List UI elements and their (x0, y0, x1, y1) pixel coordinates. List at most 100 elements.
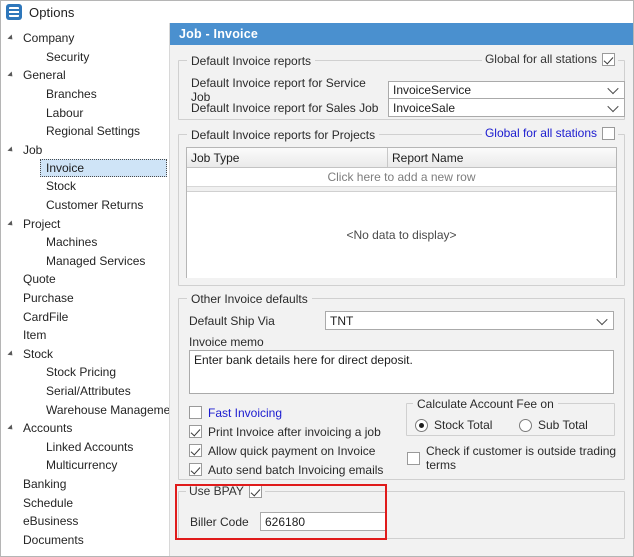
sidebar-item-label: eBusiness (23, 515, 78, 527)
invoice-memo-textarea[interactable]: Enter bank details here for direct depos… (189, 350, 614, 394)
sidebar-item-label: Security (46, 51, 89, 63)
expander-triangle-icon[interactable] (7, 146, 14, 153)
sidebar-item-quote[interactable]: Quote (1, 270, 169, 289)
options-navigation-tree[interactable]: Company Security General BranchesLabourRegi… (1, 23, 169, 556)
radio-sub-total[interactable]: Sub Total (519, 418, 588, 432)
sidebar-item-label: Project (23, 218, 60, 230)
panel-title: Job - Invoice (170, 23, 633, 45)
grid-header-row: Job Type Report Name (187, 148, 616, 168)
auto-send-batch-emails-label: Auto send batch Invoicing emails (208, 463, 383, 477)
expander-triangle-icon[interactable] (7, 35, 14, 42)
sidebar-item-documents[interactable]: Documents (1, 530, 169, 549)
checkbox-row-quick-payment[interactable]: Allow quick payment on Invoice (189, 441, 415, 460)
checkbox-row-print-invoice[interactable]: Print Invoice after invoicing a job (189, 422, 415, 441)
grid-add-new-row[interactable]: Click here to add a new row (187, 168, 616, 187)
sidebar-item-cardfile[interactable]: CardFile (1, 307, 169, 326)
allow-quick-payment-label: Allow quick payment on Invoice (208, 444, 375, 458)
sidebar-item-stock[interactable]: Stock (1, 177, 169, 196)
radio-stock-total[interactable]: Stock Total (415, 418, 492, 432)
checkbox-row-trading-terms[interactable]: Check if customer is outside trading ter… (407, 444, 624, 472)
sidebar-item-label: General (23, 69, 66, 81)
sidebar-item-label: Stock (46, 180, 76, 192)
checkbox-row-batch-emails[interactable]: Auto send batch Invoicing emails (189, 460, 415, 479)
project-invoice-reports-caption: Default Invoice reports for Projects (187, 128, 379, 142)
sidebar-item-regional-settings[interactable]: Regional Settings (1, 122, 169, 141)
sidebar-item-customer-returns[interactable]: Customer Returns (1, 196, 169, 215)
biller-code-row: Biller Code 626180 (190, 512, 386, 531)
sidebar-item-label: Quote (23, 273, 56, 285)
sidebar-item-security[interactable]: Security (1, 48, 169, 67)
sidebar-item-label: Item (23, 329, 46, 341)
default-invoice-reports-group: Default Invoice reports Global for all s… (178, 60, 625, 120)
service-job-report-combo[interactable]: InvoiceService (388, 81, 625, 100)
grid-column-job-type[interactable]: Job Type (187, 148, 388, 167)
chevron-down-icon (607, 83, 618, 94)
sidebar-item-managed-services[interactable]: Managed Services (1, 252, 169, 271)
other-invoice-defaults-caption: Other Invoice defaults (187, 292, 312, 306)
sidebar-item-machines[interactable]: Machines (1, 233, 169, 252)
sidebar-item-linked-accounts[interactable]: Linked Accounts (1, 437, 169, 456)
sidebar-item-label: Job (23, 144, 42, 156)
print-invoice-after-job-label: Print Invoice after invoicing a job (208, 425, 381, 439)
grid-column-report-name[interactable]: Report Name (388, 148, 616, 167)
fast-invoicing-label: Fast Invoicing (208, 406, 282, 420)
options-window: Options Company Security General BranchesLa… (0, 0, 634, 557)
biller-code-input[interactable]: 626180 (260, 512, 386, 531)
global-for-all-stations-checkbox-2[interactable] (602, 127, 615, 140)
sidebar-item-branches[interactable]: Branches (1, 85, 169, 104)
ship-via-combo[interactable]: TNT (325, 311, 614, 330)
use-bpay-caption-area: Use BPAY (186, 484, 265, 498)
sidebar-item-label: Customer Returns (46, 199, 143, 211)
sidebar-item-item[interactable]: Item (1, 326, 169, 345)
sidebar-item-banking[interactable]: Banking (1, 475, 169, 494)
project-reports-grid[interactable]: Job Type Report Name Click here to add a… (186, 147, 617, 278)
service-job-report-value: InvoiceService (393, 83, 471, 97)
ship-via-label: Default Ship Via (189, 314, 325, 328)
sidebar-item-serial-attributes[interactable]: Serial/Attributes (1, 382, 169, 401)
checkbox-row-fast-invoicing[interactable]: Fast Invoicing (189, 403, 415, 422)
sidebar-item-labour[interactable]: Labour (1, 103, 169, 122)
sidebar-item-schedule[interactable]: Schedule (1, 493, 169, 512)
biller-code-label: Biller Code (190, 515, 250, 529)
sidebar-item-label: Serial/Attributes (46, 385, 131, 397)
sidebar-item-label: Documents (23, 534, 84, 546)
expander-triangle-icon[interactable] (7, 72, 14, 79)
sidebar-item-accounts[interactable]: Accounts (1, 419, 169, 438)
sidebar-item-stock-pricing[interactable]: Stock Pricing (1, 363, 169, 382)
expander-triangle-icon[interactable] (7, 350, 14, 357)
ship-via-row: Default Ship Via TNT (189, 311, 614, 330)
default-invoice-reports-caption: Default Invoice reports (187, 54, 315, 68)
sidebar-item-project[interactable]: Project (1, 214, 169, 233)
print-invoice-after-job-checkbox[interactable] (189, 425, 202, 438)
sidebar-item-warehouse-management[interactable]: Warehouse Management (1, 400, 169, 419)
sidebar-item-label: Managed Services (46, 255, 145, 267)
other-invoice-defaults-group: Other Invoice defaults Default Ship Via … (178, 298, 625, 480)
sidebar-item-job[interactable]: Job (1, 141, 169, 160)
stock-total-radio[interactable] (415, 419, 428, 432)
sidebar-item-general[interactable]: General (1, 66, 169, 85)
use-bpay-checkbox[interactable] (249, 485, 262, 498)
fast-invoicing-checkbox[interactable] (189, 406, 202, 419)
sales-job-report-combo[interactable]: InvoiceSale (388, 98, 625, 117)
sidebar-item-invoice[interactable]: Invoice (40, 159, 167, 177)
sidebar-item-stock[interactable]: Stock (1, 345, 169, 364)
sidebar-item-label: Stock Pricing (46, 366, 116, 378)
chevron-down-icon (607, 100, 618, 111)
outside-trading-terms-checkbox[interactable] (407, 452, 420, 465)
expander-triangle-icon[interactable] (7, 220, 14, 227)
sidebar-item-company[interactable]: Company (1, 29, 169, 48)
project-reports-global-area: Global for all stations (482, 126, 618, 140)
sidebar-item-ebusiness[interactable]: eBusiness (1, 512, 169, 531)
allow-quick-payment-checkbox[interactable] (189, 444, 202, 457)
global-for-all-stations-checkbox-1[interactable] (602, 53, 615, 66)
use-bpay-label: Use BPAY (189, 484, 244, 498)
chevron-down-icon (596, 313, 607, 324)
sidebar-item-multicurrency[interactable]: Multicurrency (1, 456, 169, 475)
sidebar-item-label: Company (23, 32, 74, 44)
panel-body: Default Invoice reports Global for all s… (170, 45, 633, 556)
sub-total-radio[interactable] (519, 419, 532, 432)
sidebar-item-purchase[interactable]: Purchase (1, 289, 169, 308)
title-bar: Options (1, 1, 633, 23)
expander-triangle-icon[interactable] (7, 425, 14, 432)
auto-send-batch-emails-checkbox[interactable] (189, 463, 202, 476)
